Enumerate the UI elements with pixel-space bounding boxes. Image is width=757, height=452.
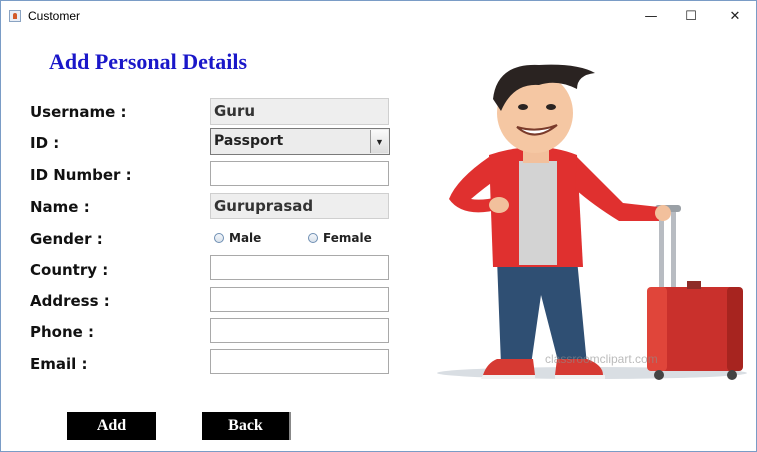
id-number-field[interactable] xyxy=(210,161,389,186)
name-field[interactable]: Guruprasad xyxy=(210,193,389,219)
chevron-down-icon[interactable]: ▼ xyxy=(370,130,388,153)
maximize-button[interactable]: ☐ xyxy=(669,4,713,28)
radio-circle-icon xyxy=(214,233,224,243)
radio-circle-icon xyxy=(308,233,318,243)
phone-field[interactable] xyxy=(210,318,389,343)
id-type-value: Passport xyxy=(214,133,284,149)
email-field[interactable] xyxy=(210,349,389,374)
country-field[interactable] xyxy=(210,255,389,280)
window-title: Customer xyxy=(28,9,81,23)
suitcase-icon xyxy=(647,205,743,380)
watermark-text: classroomclipart.com xyxy=(545,352,658,366)
close-button[interactable]: ✕ xyxy=(713,4,757,28)
username-field[interactable]: Guru xyxy=(210,98,389,125)
id-label: ID : xyxy=(30,134,60,152)
add-button[interactable]: Add xyxy=(67,412,156,440)
id-type-select[interactable]: Passport ▼ xyxy=(210,128,390,155)
name-label: Name : xyxy=(30,198,90,216)
traveler-illustration: classroomclipart.com xyxy=(437,64,747,380)
gender-female-radio[interactable]: Female xyxy=(308,231,372,245)
id-number-label: ID Number : xyxy=(30,166,132,184)
person-figure xyxy=(449,64,671,379)
email-label: Email : xyxy=(30,355,88,373)
page-title: Add Personal Details xyxy=(49,49,247,74)
java-cup-icon xyxy=(9,10,21,22)
address-label: Address : xyxy=(30,292,110,310)
username-value: Guru xyxy=(214,102,256,120)
country-label: Country : xyxy=(30,261,109,279)
male-label: Male xyxy=(229,231,262,245)
gender-male-radio[interactable]: Male xyxy=(214,231,261,245)
customer-window: Customer — ☐ ✕ Add Personal Details User… xyxy=(0,0,757,452)
back-button[interactable]: Back xyxy=(202,412,291,440)
name-value: Guruprasad xyxy=(214,197,314,215)
title-bar: Customer — ☐ ✕ xyxy=(1,1,756,31)
phone-label: Phone : xyxy=(30,323,95,341)
female-label: Female xyxy=(323,231,372,245)
gender-label: Gender : xyxy=(30,230,103,248)
minimize-button[interactable]: — xyxy=(629,4,673,28)
address-field[interactable] xyxy=(210,287,389,312)
username-label: Username : xyxy=(30,103,127,121)
